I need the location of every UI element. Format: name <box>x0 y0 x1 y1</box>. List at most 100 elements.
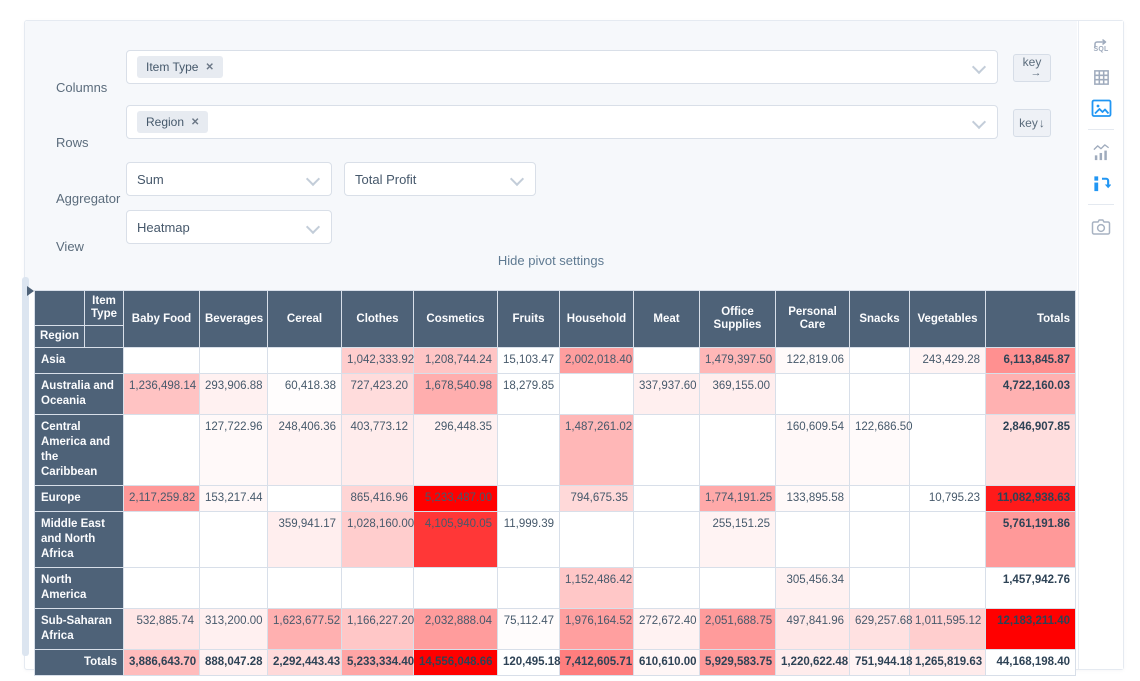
pivot-value-cell: 160,609.54 <box>776 415 850 486</box>
row-total-cell: 4,722,160.03 <box>986 374 1076 415</box>
pivot-value-cell <box>634 568 700 609</box>
col-axis-label: Item Type <box>85 291 124 326</box>
pivot-value-cell <box>850 374 910 415</box>
row-label: Middle East and North Africa <box>35 512 124 568</box>
view-value: Heatmap <box>137 220 190 235</box>
pivot-value-cell: 10,795.23 <box>910 486 986 512</box>
pivot-value-cell <box>910 374 986 415</box>
rail-divider <box>1088 129 1114 130</box>
pivot-value-cell <box>910 512 986 568</box>
pivot-value-cell <box>124 348 200 374</box>
rows-key-sort-button[interactable]: key ↓ <box>1013 109 1051 137</box>
pivot-value-cell: 403,773.12 <box>342 415 414 486</box>
pivot-value-cell: 727,423.20 <box>342 374 414 415</box>
hide-pivot-settings-link[interactable]: Hide pivot settings <box>25 253 1077 268</box>
visualization-image-icon[interactable] <box>1090 97 1112 119</box>
table-grid-icon[interactable] <box>1090 66 1112 88</box>
columns-tag-item-type[interactable]: Item Type ✕ <box>137 56 223 78</box>
pivot-value-cell: 865,416.96 <box>342 486 414 512</box>
sql-icon[interactable]: SQL <box>1090 35 1112 57</box>
view-label: View <box>56 239 84 254</box>
row-total-cell: 6,113,845.87 <box>986 348 1076 374</box>
tag-remove-icon[interactable]: ✕ <box>205 62 213 73</box>
columns-key-sort-button[interactable]: key → <box>1013 54 1051 82</box>
pivot-value-cell <box>776 374 850 415</box>
pivot-value-cell: 296,448.35 <box>414 415 498 486</box>
totals-column-header: Totals <box>986 291 1076 348</box>
row-total-cell: 5,761,191.86 <box>986 512 1076 568</box>
pivot-value-cell: 1,623,677.52 <box>268 609 342 650</box>
pivot-value-cell <box>414 568 498 609</box>
col-total-cell: 3,886,643.70 <box>124 650 200 676</box>
pivot-value-cell: 1,774,191.25 <box>700 486 776 512</box>
column-header: Meat <box>634 291 700 348</box>
pivot-value-cell: 2,117,259.82 <box>124 486 200 512</box>
pivot-icon[interactable] <box>1090 172 1112 194</box>
chevron-down-icon <box>306 220 320 234</box>
view-select[interactable]: Heatmap <box>126 210 332 244</box>
pivot-value-cell: 497,841.96 <box>776 609 850 650</box>
pivot-value-cell: 629,257.68 <box>850 609 910 650</box>
column-header: Clothes <box>342 291 414 348</box>
column-header: Fruits <box>498 291 560 348</box>
camera-icon[interactable] <box>1090 216 1112 238</box>
col-total-cell: 5,233,334.40 <box>342 650 414 676</box>
pivot-value-cell: 293,906.88 <box>200 374 268 415</box>
chart-icon[interactable] <box>1090 141 1112 163</box>
column-header: Snacks <box>850 291 910 348</box>
pivot-value-cell: 11,999.39 <box>498 512 560 568</box>
pivot-value-cell: 272,672.40 <box>634 609 700 650</box>
panel-splitter-handle[interactable] <box>22 277 29 656</box>
pivot-value-cell <box>850 486 910 512</box>
rows-tag-region[interactable]: Region ✕ <box>137 111 208 133</box>
row-label: Europe <box>35 486 124 512</box>
rows-tag-label: Region <box>146 115 184 129</box>
pivot-value-cell <box>634 348 700 374</box>
row-total-cell: 12,183,211.40 <box>986 609 1076 650</box>
rail-divider <box>1088 204 1114 205</box>
col-total-cell: 120,495.18 <box>498 650 560 676</box>
col-total-cell: 1,220,622.48 <box>776 650 850 676</box>
column-header: Cereal <box>268 291 342 348</box>
columns-select[interactable]: Item Type ✕ <box>126 50 998 84</box>
corner-blank-cell <box>35 291 85 326</box>
col-total-cell: 751,944.18 <box>850 650 910 676</box>
row-total-cell: 2,846,907.85 <box>986 415 1076 486</box>
aggregator-select[interactable]: Sum <box>126 162 332 196</box>
chevron-down-icon <box>306 172 320 186</box>
pivot-value-cell <box>498 486 560 512</box>
rows-label: Rows <box>56 135 89 150</box>
row-label: Australia and Oceania <box>35 374 124 415</box>
pivot-value-cell: 5,233,487.00 <box>414 486 498 512</box>
pivot-value-cell <box>268 486 342 512</box>
pivot-value-cell <box>498 568 560 609</box>
pivot-value-cell: 133,895.58 <box>776 486 850 512</box>
pivot-value-cell: 122,686.50 <box>850 415 910 486</box>
pivot-value-cell <box>910 568 986 609</box>
pivot-value-cell: 1,236,498.14 <box>124 374 200 415</box>
aggregator-field-value: Total Profit <box>355 172 416 187</box>
aggregator-field-select[interactable]: Total Profit <box>344 162 536 196</box>
row-axis-label: Region <box>35 326 85 348</box>
pivot-value-cell <box>200 348 268 374</box>
row-label: Sub-Saharan Africa <box>35 609 124 650</box>
row-label: Central America and the Caribbean <box>35 415 124 486</box>
pivot-value-cell <box>498 415 560 486</box>
tag-remove-icon[interactable]: ✕ <box>191 117 199 128</box>
expand-panel-arrow-icon[interactable] <box>27 286 34 296</box>
pivot-value-cell <box>700 415 776 486</box>
pivot-value-cell: 2,051,688.75 <box>700 609 776 650</box>
pivot-value-cell: 313,200.00 <box>200 609 268 650</box>
totals-row-label: Totals <box>35 650 124 676</box>
row-total-cell: 1,457,942.76 <box>986 568 1076 609</box>
pivot-value-cell: 60,418.38 <box>268 374 342 415</box>
rows-select[interactable]: Region ✕ <box>126 105 998 139</box>
arrow-down-icon: ↓ <box>1039 118 1045 129</box>
pivot-value-cell <box>850 512 910 568</box>
chevron-down-icon <box>972 115 986 129</box>
row-label: Asia <box>35 348 124 374</box>
pivot-value-cell: 1,976,164.52 <box>560 609 634 650</box>
sql-icon-label: SQL <box>1094 46 1109 53</box>
aggregator-label: Aggregator <box>56 191 120 206</box>
grand-total-cell: 44,168,198.40 <box>986 650 1076 676</box>
